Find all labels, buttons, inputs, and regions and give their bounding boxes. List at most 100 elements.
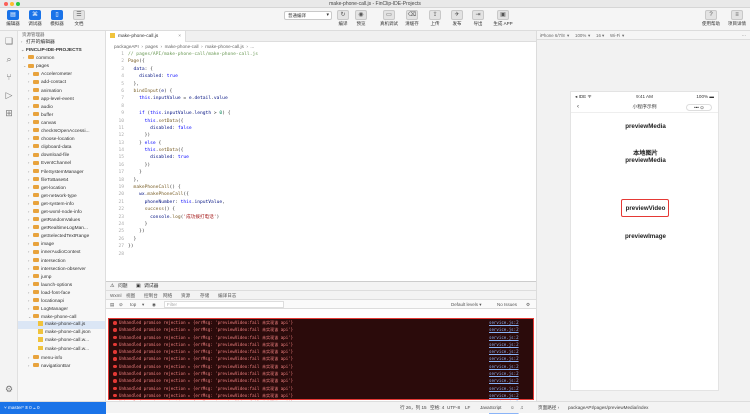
- folder-item[interactable]: › menu-info: [18, 354, 105, 362]
- breadcrumb-item[interactable]: make-phone-call: [165, 44, 199, 49]
- eye-icon[interactable]: ◉: [152, 300, 156, 309]
- file-item[interactable]: make-phone-call.js: [18, 321, 105, 330]
- error-message[interactable]: Unhandled promise rejection ▸ {errMsg: '…: [119, 341, 293, 348]
- folder-item[interactable]: › checkIsOpenAccessi...: [18, 127, 105, 135]
- folder-item[interactable]: › Accelerometer: [18, 70, 105, 78]
- files-icon[interactable]: ❏: [3, 35, 15, 47]
- folder-item[interactable]: › intersection-observer: [18, 265, 105, 273]
- console-filter-input[interactable]: Filter: [164, 301, 284, 308]
- error-source-link[interactable]: service.js:2: [489, 319, 519, 326]
- folder-item[interactable]: › getSelectedTextRange: [18, 232, 105, 240]
- folder-item[interactable]: › navigationBar: [18, 362, 105, 370]
- file-item[interactable]: make-phone-call.w...: [18, 345, 105, 354]
- compile-mode-select[interactable]: 普通编译: [284, 11, 332, 20]
- preview-media-button[interactable]: previewMedia: [571, 157, 720, 164]
- error-message[interactable]: Unhandled promise rejection ▸ {errMsg: '…: [119, 385, 293, 392]
- zoom-select[interactable]: 100%: [575, 31, 586, 40]
- notification-icon[interactable]: ☺: [510, 402, 515, 413]
- remote-debug-button[interactable]: ▭ 真机调试: [380, 10, 398, 27]
- breadcrumb-item[interactable]: ...: [250, 44, 254, 49]
- capsule-menu[interactable]: ••• ⊙: [686, 104, 712, 111]
- folder-item[interactable]: › image: [18, 240, 105, 248]
- error-source-link[interactable]: service.js:2: [489, 348, 519, 355]
- editor-button[interactable]: ▤ 编辑器: [4, 10, 22, 27]
- breadcrumb-item[interactable]: make-phone-call.js: [205, 44, 244, 49]
- folder-item[interactable]: › get-wxml-node-info: [18, 208, 105, 216]
- error-source-link[interactable]: service.js:2: [489, 392, 519, 399]
- language-mode[interactable]: JavaScript: [480, 402, 501, 413]
- folder-item[interactable]: › LogManager: [18, 305, 105, 313]
- folder-item[interactable]: › load-font-face: [18, 289, 105, 297]
- back-arrow-icon[interactable]: ‹: [577, 102, 579, 113]
- preview-image-button[interactable]: previewImage: [571, 233, 720, 240]
- upload-button[interactable]: ⇪ 上传: [426, 10, 444, 27]
- more-icon[interactable]: ⋯: [742, 31, 746, 40]
- folder-item[interactable]: › common: [18, 54, 105, 62]
- breadcrumb-item[interactable]: packageAPI: [114, 44, 139, 49]
- folder-item[interactable]: › buffer: [18, 111, 105, 119]
- tab-storage[interactable]: 存储: [200, 291, 209, 300]
- preview-video-button[interactable]: previewVideo: [571, 205, 720, 212]
- help-button[interactable]: ? 使用帮助: [700, 10, 722, 27]
- folder-item[interactable]: › EventChannel: [18, 159, 105, 167]
- network-select[interactable]: Wi-Fi: [610, 31, 620, 40]
- project-root[interactable]: ⌄ FINCLIP-IDE-PROJECTS: [18, 46, 105, 54]
- encoding[interactable]: UTF-8: [447, 402, 460, 413]
- folder-item[interactable]: › FileSystemManager: [18, 168, 105, 176]
- tab-console[interactable]: 控制台: [144, 291, 158, 300]
- bell-icon[interactable]: ♫: [520, 402, 523, 413]
- tab-resources[interactable]: 资源: [181, 291, 190, 300]
- simulator-button[interactable]: ▯ 模拟器: [48, 10, 66, 27]
- indent-setting[interactable]: 空格: 4: [430, 402, 444, 413]
- folder-item[interactable]: › audio: [18, 103, 105, 111]
- folder-item[interactable]: › innerAudioContext: [18, 248, 105, 256]
- tab-network[interactable]: 网络: [163, 291, 172, 300]
- folder-item[interactable]: › canvas: [18, 119, 105, 127]
- source-control-icon[interactable]: ⑂: [3, 71, 15, 83]
- error-message[interactable]: Unhandled promise rejection ▸ {errMsg: '…: [119, 392, 293, 399]
- folder-item[interactable]: › jump: [18, 273, 105, 281]
- tab-debugger[interactable]: 调试器: [144, 282, 158, 291]
- preview-button[interactable]: ◉ 预览: [352, 10, 370, 27]
- cursor-position[interactable]: 行 26，列 15: [400, 402, 427, 413]
- console-settings-icon[interactable]: ⚙: [526, 300, 530, 309]
- error-source-link[interactable]: service.js:2: [489, 355, 519, 362]
- folder-item[interactable]: ⌄ make-phone-call: [18, 313, 105, 321]
- code-editor[interactable]: 1// pages/API/make-phone-call/make-phone…: [106, 51, 536, 279]
- project-detail-button[interactable]: ≡ 项目详情: [726, 10, 748, 27]
- settings-gear-icon[interactable]: ⚙: [3, 383, 15, 395]
- extensions-icon[interactable]: ⊞: [3, 107, 15, 119]
- file-item[interactable]: make-phone-call.w...: [18, 337, 105, 345]
- editor-tab-active[interactable]: make-phone-call.js ×: [106, 31, 186, 42]
- tab-view[interactable]: 视图: [126, 291, 135, 300]
- folder-item[interactable]: › clipboard-data: [18, 143, 105, 151]
- line-ending[interactable]: LF: [465, 402, 470, 413]
- publish-button[interactable]: ✈ 发布: [448, 10, 466, 27]
- folder-item[interactable]: › animation: [18, 87, 105, 95]
- log-levels-select[interactable]: Default levels ▾: [451, 300, 482, 309]
- error-message[interactable]: Unhandled promise rejection ▸ {errMsg: '…: [119, 370, 293, 377]
- folder-item[interactable]: › launch-options: [18, 281, 105, 289]
- tab-wxml[interactable]: Wxml: [110, 291, 121, 300]
- folder-item[interactable]: › download-file: [18, 151, 105, 159]
- build-app-button[interactable]: ▣ 生成 APP: [492, 10, 514, 27]
- search-icon[interactable]: ⌕: [3, 53, 15, 65]
- error-message[interactable]: Unhandled promise rejection ▸ {errMsg: '…: [119, 348, 293, 355]
- folder-item[interactable]: › fileToBase64: [18, 176, 105, 184]
- error-message[interactable]: Unhandled promise rejection ▸ {errMsg: '…: [119, 334, 293, 341]
- breadcrumb-item[interactable]: pages: [145, 44, 158, 49]
- error-message[interactable]: Unhandled promise rejection ▸ {errMsg: '…: [119, 355, 293, 362]
- folder-item[interactable]: › getRealtimeLogMan...: [18, 224, 105, 232]
- compile-button[interactable]: ↻ 编译: [334, 10, 352, 27]
- folder-item[interactable]: › getRandomValues: [18, 216, 105, 224]
- folder-item[interactable]: › get-network-type: [18, 192, 105, 200]
- export-button[interactable]: ⇥ 导出: [469, 10, 487, 27]
- docs-button[interactable]: ☰ 文档: [70, 10, 88, 27]
- error-source-link[interactable]: service.js:2: [489, 363, 519, 370]
- tab-problems[interactable]: 问题: [118, 282, 128, 291]
- page-path[interactable]: packageAPI/pages/previewMedia/index: [568, 402, 648, 413]
- folder-item[interactable]: › app-level-event: [18, 95, 105, 103]
- open-editors-section[interactable]: › 打开的编辑器: [18, 38, 105, 46]
- device-select[interactable]: iPhone 6/7/8: [540, 31, 565, 40]
- context-select[interactable]: top: [130, 300, 136, 309]
